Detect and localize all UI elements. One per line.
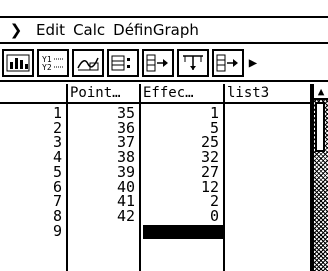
menu-calc[interactable]: Calc — [69, 21, 109, 39]
row-index: 9 — [52, 221, 62, 240]
menu-bar: ❯ Edit Calc DéfinGraph — [0, 16, 328, 44]
cell-effectif[interactable]: 27 — [141, 164, 219, 179]
toolbar-scroll-right-icon[interactable]: ▶ — [247, 49, 259, 77]
column-list3[interactable] — [225, 84, 312, 271]
row-index: 1 — [52, 104, 62, 122]
scroll-up-icon[interactable]: ▲ — [314, 84, 328, 100]
sort-icon[interactable] — [177, 49, 209, 77]
list-editor: Point… Effec… list3 1 35 1 2 36 5 3 37 25 4 38 32 5 3… — [0, 84, 328, 271]
column-header-list3[interactable]: list3 — [227, 85, 269, 101]
list-calc-icon[interactable]: Y1 Y2 — [37, 49, 69, 77]
cell-effectif[interactable]: 1 — [141, 106, 219, 121]
cell-effectif[interactable]: 32 — [141, 150, 219, 165]
svg-text:Y2: Y2 — [42, 63, 52, 72]
stat-graph-icon[interactable] — [2, 49, 34, 77]
graph-icon[interactable] — [72, 49, 104, 77]
scroll-thumb[interactable] — [315, 102, 325, 152]
column-header-points[interactable]: Point… — [70, 85, 121, 101]
cell-points[interactable]: 38 — [68, 150, 135, 165]
menu-definegraph[interactable]: DéfinGraph — [109, 21, 203, 39]
cell-effectif[interactable]: 2 — [141, 194, 219, 209]
header-row: Point… Effec… list3 — [0, 84, 312, 104]
cell-effectif[interactable]: 12 — [141, 179, 219, 194]
cell-points[interactable] — [68, 224, 135, 238]
chevron-down-icon[interactable]: ❯ — [0, 21, 32, 39]
cell-effectif[interactable] — [141, 224, 219, 238]
calculator-screen: ❯ Edit Calc DéfinGraph Y1 Y2 ▶ Point… Ef… — [0, 0, 328, 271]
column-header-effectif[interactable]: Effec… — [143, 85, 194, 101]
toolbar: Y1 Y2 ▶ — [0, 46, 328, 82]
insert-column-icon[interactable] — [142, 49, 174, 77]
cell-points[interactable]: 42 — [68, 208, 135, 223]
cell-effectif[interactable]: 0 — [141, 208, 219, 223]
row-index: 5 — [52, 162, 62, 181]
menu-edit[interactable]: Edit — [32, 21, 69, 39]
row-index: 8 — [52, 206, 62, 225]
cell-points[interactable]: 35 — [68, 106, 135, 121]
calc-toggle-icon[interactable] — [107, 49, 139, 77]
add-row-icon[interactable] — [212, 49, 244, 77]
cell-points[interactable]: 39 — [68, 164, 135, 179]
row-index: 4 — [52, 148, 62, 167]
vertical-scrollbar[interactable]: ▲ — [312, 84, 328, 271]
